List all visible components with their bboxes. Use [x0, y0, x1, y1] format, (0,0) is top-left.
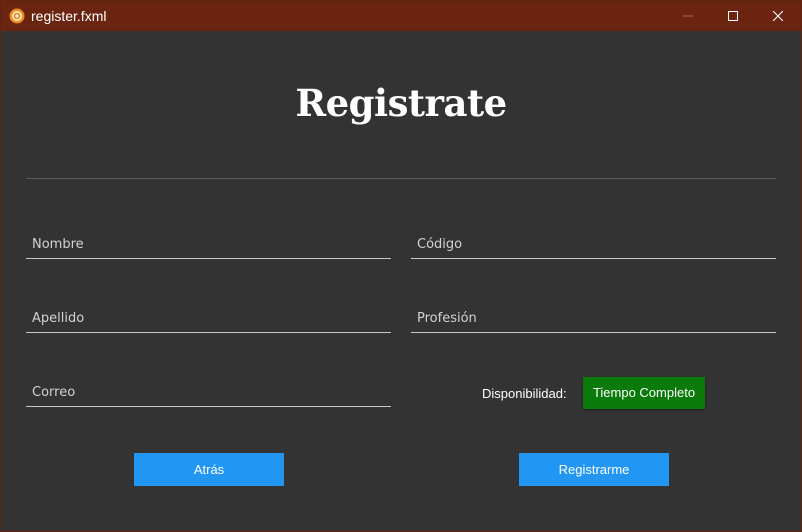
register-button[interactable]: Registrarme [519, 453, 669, 486]
apellido-field [26, 305, 391, 333]
back-button[interactable]: Atrás [134, 453, 284, 486]
heading-divider [26, 178, 776, 179]
nombre-field [26, 231, 391, 259]
register-form: Registrate Disponibilidad: Tiempo Comple… [1, 31, 801, 531]
maximize-icon [728, 11, 738, 21]
app-window: register.fxml Registrate Nombre Código A… [0, 0, 802, 532]
codigo-input[interactable] [411, 231, 776, 257]
availability-toggle-button[interactable]: Tiempo Completo [583, 377, 705, 409]
maximize-button[interactable] [710, 1, 756, 31]
nombre-input[interactable] [26, 231, 391, 257]
page-title: Registrate [295, 81, 507, 125]
correo-field [26, 379, 391, 407]
window-title: register.fxml [31, 8, 107, 24]
minimize-icon [683, 15, 693, 17]
close-button[interactable] [755, 1, 801, 31]
availability-label: Disponibilidad: [482, 386, 567, 401]
title-bar[interactable]: register.fxml [1, 1, 801, 31]
minimize-button[interactable] [665, 1, 711, 31]
app-icon [9, 8, 25, 24]
apellido-input[interactable] [26, 305, 391, 331]
profesion-field [411, 305, 776, 333]
profesion-input[interactable] [411, 305, 776, 331]
codigo-field [411, 231, 776, 259]
correo-input[interactable] [26, 379, 391, 405]
close-icon [773, 11, 783, 21]
